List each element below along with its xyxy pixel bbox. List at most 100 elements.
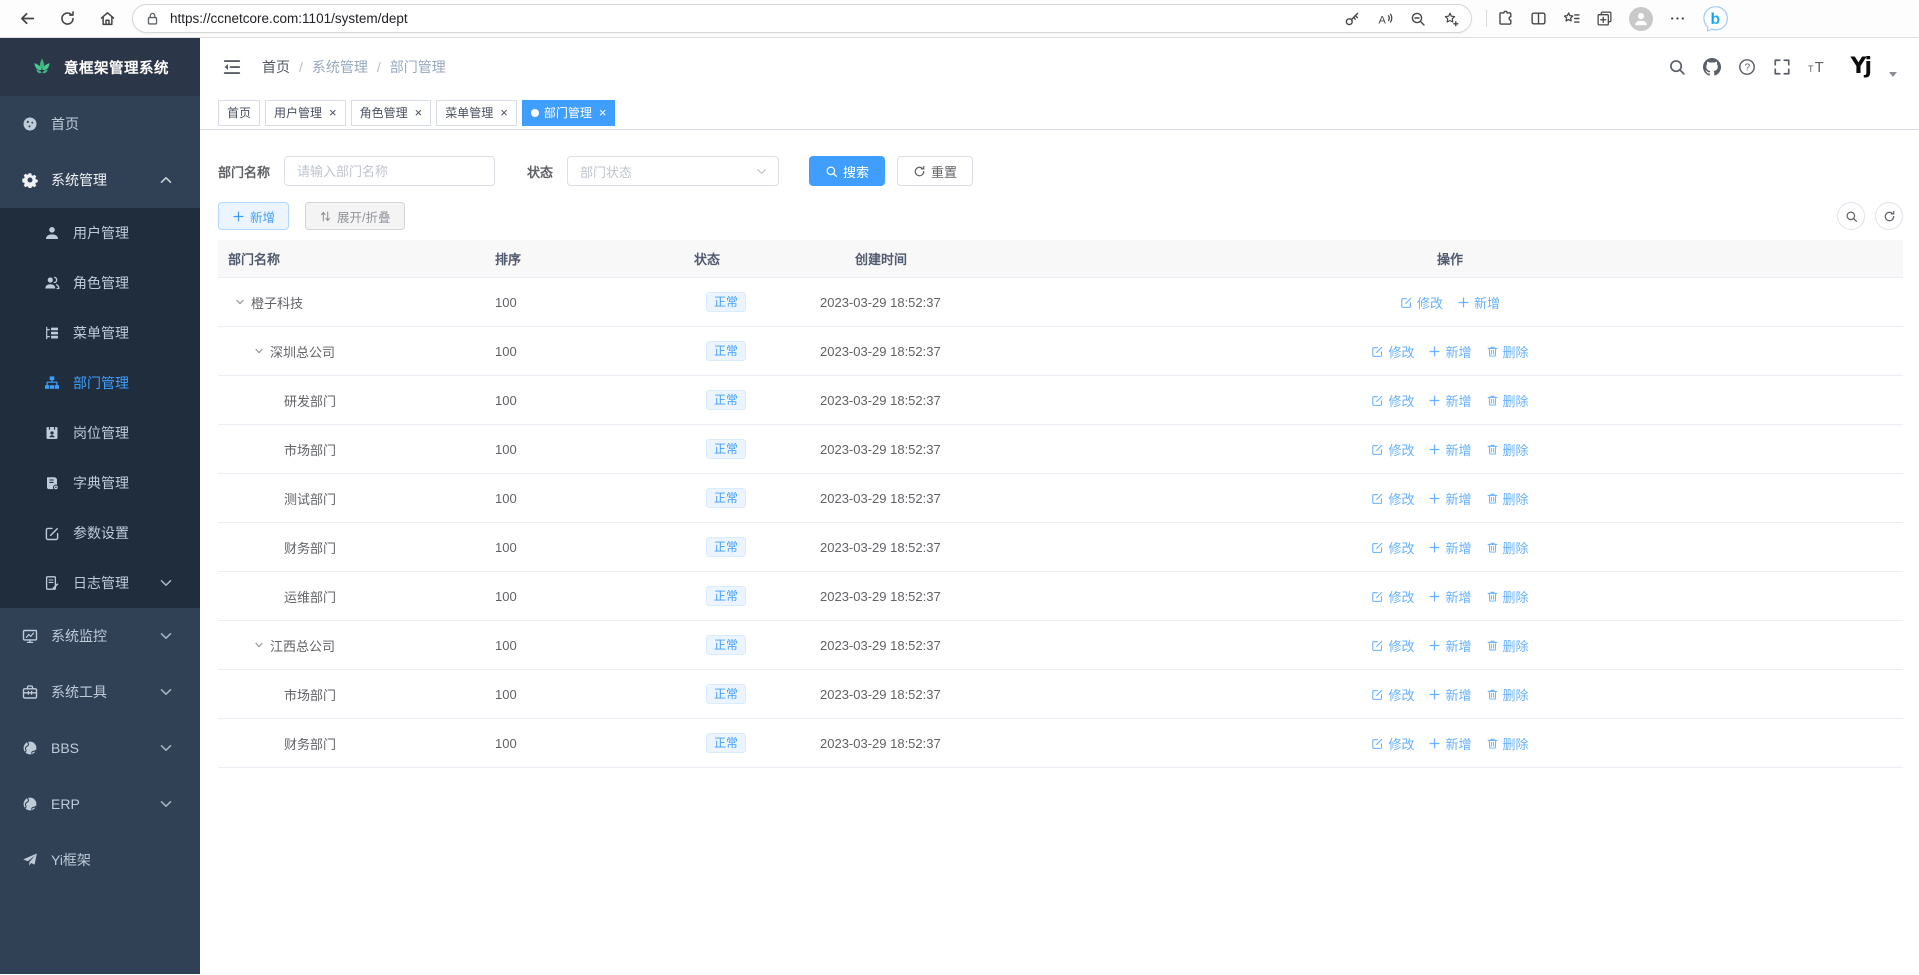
row-action-plus[interactable]: 新增 [1428, 636, 1471, 655]
row-action-plus[interactable]: 新增 [1428, 440, 1471, 459]
read-aloud-icon[interactable]: A [1377, 11, 1393, 27]
row-action-edit[interactable]: 修改 [1400, 293, 1443, 312]
question-icon[interactable]: ? [1738, 58, 1756, 76]
breadcrumb-item[interactable]: 首页 [262, 57, 290, 77]
row-action-plus[interactable]: 新增 [1428, 489, 1471, 508]
bing-icon[interactable]: b [1702, 5, 1729, 32]
favorites-icon[interactable] [1563, 10, 1580, 27]
row-action-delete[interactable]: 删除 [1486, 440, 1529, 459]
refresh-table-button[interactable] [1875, 202, 1903, 230]
status-select[interactable]: 部门状态 [567, 156, 779, 186]
row-action-edit[interactable]: 修改 [1371, 391, 1414, 410]
reset-button[interactable]: 重置 [897, 156, 973, 186]
row-action-delete[interactable]: 删除 [1486, 538, 1529, 557]
row-action-delete[interactable]: 删除 [1486, 489, 1529, 508]
more-icon[interactable] [1669, 10, 1686, 27]
fullscreen-icon[interactable] [1773, 58, 1791, 76]
profile-icon[interactable] [1629, 7, 1653, 31]
tree-arrow-icon[interactable] [253, 639, 265, 651]
row-action-edit[interactable]: 修改 [1371, 636, 1414, 655]
row-action-edit[interactable]: 修改 [1371, 685, 1414, 704]
close-icon[interactable]: × [329, 106, 337, 119]
back-icon[interactable] [12, 4, 42, 34]
row-action-edit[interactable]: 修改 [1371, 734, 1414, 753]
sidebar-item[interactable]: 系统工具 [0, 664, 200, 720]
row-action-edit[interactable]: 修改 [1371, 489, 1414, 508]
avatar-caret-icon[interactable] [1889, 72, 1897, 77]
github-icon[interactable] [1703, 58, 1721, 76]
sidebar-fold-icon[interactable] [222, 57, 242, 77]
row-action-edit[interactable]: 修改 [1371, 538, 1414, 557]
search-icon[interactable] [1668, 58, 1686, 76]
row-action-delete[interactable]: 删除 [1486, 685, 1529, 704]
sidebar-item[interactable]: ERP [0, 776, 200, 832]
sidebar-item[interactable]: 参数设置 [0, 508, 200, 558]
row-action-edit[interactable]: 修改 [1371, 587, 1414, 606]
action-label: 修改 [1388, 685, 1414, 704]
sidebar-item[interactable]: BBS [0, 720, 200, 776]
row-action-plus[interactable]: 新增 [1428, 685, 1471, 704]
view-tab[interactable]: 用户管理× [265, 100, 346, 126]
sidebar-item[interactable]: 字典管理 [0, 458, 200, 508]
view-tab[interactable]: 菜单管理× [436, 100, 517, 126]
sidebar-item[interactable]: 菜单管理 [0, 308, 200, 358]
split-screen-icon[interactable] [1530, 10, 1547, 27]
row-action-edit[interactable]: 修改 [1371, 440, 1414, 459]
row-action-edit[interactable]: 修改 [1371, 342, 1414, 361]
sidebar-item[interactable]: 系统管理 [0, 152, 200, 208]
created-time-cell: 2023-03-29 18:52:37 [810, 393, 1320, 408]
app-logo[interactable]: 意框架管理系统 [0, 38, 200, 96]
svg-text:A: A [1379, 14, 1387, 26]
tab-label: 首页 [227, 104, 251, 121]
sidebar-item[interactable]: 部门管理 [0, 358, 200, 408]
close-icon[interactable]: × [415, 106, 423, 119]
tree-arrow-icon[interactable] [253, 345, 265, 357]
sidebar-item[interactable]: 首页 [0, 96, 200, 152]
sidebar-item[interactable]: 角色管理 [0, 258, 200, 308]
dept-name-input[interactable] [284, 156, 495, 186]
refresh-icon[interactable] [52, 4, 82, 34]
add-button[interactable]: 新增 [218, 202, 289, 230]
action-label: 删除 [1503, 685, 1529, 704]
row-action-delete[interactable]: 删除 [1486, 734, 1529, 753]
row-action-plus[interactable]: 新增 [1428, 587, 1471, 606]
search-button[interactable]: 搜索 [809, 156, 885, 186]
row-action-delete[interactable]: 删除 [1486, 342, 1529, 361]
view-tab[interactable]: 角色管理× [351, 100, 432, 126]
zoom-out-icon[interactable] [1410, 11, 1426, 27]
home-icon[interactable] [92, 4, 122, 34]
user-avatar[interactable]: Yj [1851, 56, 1870, 78]
action-label: 删除 [1503, 734, 1529, 753]
sort-cell: 100 [485, 540, 684, 555]
close-icon[interactable]: × [500, 106, 508, 119]
collections-icon[interactable] [1596, 10, 1613, 27]
address-bar[interactable]: https://ccnetcore.com:1101/system/dept A [132, 4, 1472, 33]
row-action-plus[interactable]: 新增 [1428, 391, 1471, 410]
row-action-plus[interactable]: 新增 [1428, 734, 1471, 753]
dept-name-cell: 研发部门 [218, 391, 485, 410]
url-text[interactable]: https://ccnetcore.com:1101/system/dept [170, 11, 1344, 26]
key-icon[interactable] [1344, 11, 1360, 27]
row-action-plus[interactable]: 新增 [1457, 293, 1500, 312]
row-action-delete[interactable]: 删除 [1486, 391, 1529, 410]
row-action-plus[interactable]: 新增 [1428, 538, 1471, 557]
text-size-icon[interactable]: TT [1808, 58, 1826, 76]
sidebar-item[interactable]: Yi框架 [0, 832, 200, 888]
tree-arrow-icon[interactable] [234, 296, 246, 308]
sidebar-item[interactable]: 系统监控 [0, 608, 200, 664]
sidebar-item[interactable]: 日志管理 [0, 558, 200, 608]
view-tab[interactable]: 部门管理× [522, 100, 616, 126]
row-action-delete[interactable]: 删除 [1486, 587, 1529, 606]
star-plus-icon[interactable] [1443, 11, 1459, 27]
row-action-plus[interactable]: 新增 [1428, 342, 1471, 361]
send-icon [22, 852, 38, 868]
sidebar-item[interactable]: 岗位管理 [0, 408, 200, 458]
expand-collapse-button[interactable]: 展开/折叠 [305, 202, 404, 230]
extensions-icon[interactable] [1497, 10, 1514, 27]
close-icon[interactable]: × [599, 106, 607, 119]
created-time-cell: 2023-03-29 18:52:37 [810, 295, 1320, 310]
sidebar-item[interactable]: 用户管理 [0, 208, 200, 258]
show-search-button[interactable] [1837, 202, 1865, 230]
row-action-delete[interactable]: 删除 [1486, 636, 1529, 655]
view-tab[interactable]: 首页 [218, 100, 260, 126]
